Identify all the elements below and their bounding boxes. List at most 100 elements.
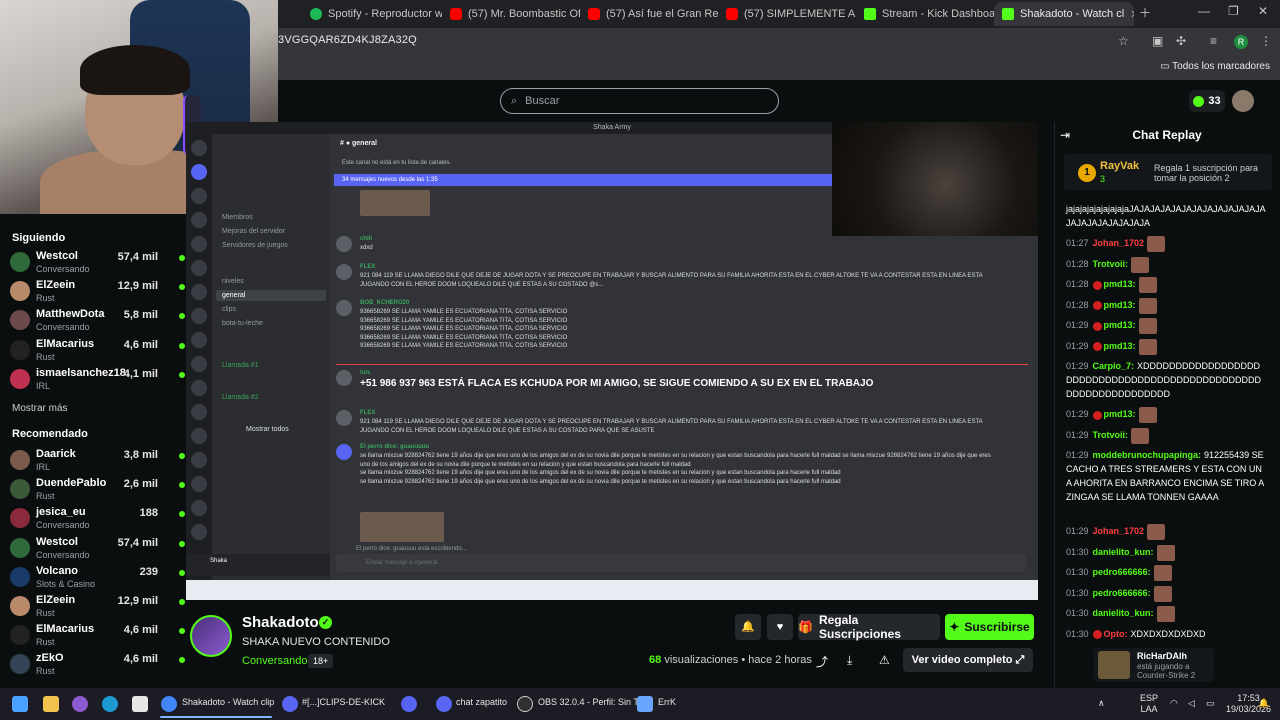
gift-subs-button[interactable]: 🎁 Regala Suscripciones	[798, 613, 940, 641]
sidebar-channel[interactable]: ElMacarius Rust 4,6 mil	[10, 338, 185, 366]
app-icon[interactable]	[637, 696, 653, 712]
chat-username[interactable]: Trotvoii:	[1093, 259, 1129, 269]
video-player[interactable]: Shaka Army Miembros Mejoras del servidor…	[186, 122, 1038, 600]
cast-icon[interactable]: ▣	[1152, 34, 1163, 48]
windows-start-icon[interactable]	[12, 696, 28, 712]
chat-username[interactable]: danielito_kun:	[1093, 608, 1154, 618]
sidebar-channel[interactable]: Volcano Slots & Casino 239	[10, 565, 185, 593]
sidebar-channel[interactable]: ElZeein Rust 12,9 mil	[10, 594, 185, 622]
file-explorer-icon[interactable]	[43, 696, 59, 712]
store-icon[interactable]	[132, 696, 148, 712]
sidebar-channel[interactable]: Westcol Conversando 57,4 mil	[10, 536, 185, 564]
sidebar-channel[interactable]: DuendePablo Rust 2,6 mil	[10, 477, 185, 505]
sidebar-channel[interactable]: zEkO Rust 4,6 mil	[10, 652, 185, 680]
chat-username[interactable]: pmd13:	[1104, 320, 1136, 330]
channel-category: Conversando	[36, 549, 90, 560]
game-card-user[interactable]: RicHarDAlh	[1137, 651, 1187, 661]
tab-youtube-3[interactable]: (57) SIMPLEMENTE AMIGO	[718, 2, 856, 26]
notification-bell-button[interactable]: 🔔	[735, 614, 761, 640]
media-icon[interactable]: ≡	[1210, 34, 1217, 48]
chat-username[interactable]: pmd13:	[1104, 279, 1136, 289]
profile-icon[interactable]: R	[1234, 35, 1248, 49]
discord-icon[interactable]	[436, 696, 452, 712]
chat-username[interactable]: pmd13:	[1104, 300, 1136, 310]
minimize-icon[interactable]: —	[1198, 4, 1210, 18]
download-icon[interactable]: ⤓	[847, 653, 852, 668]
discord-icon[interactable]	[282, 696, 298, 712]
taskbar-app-errk[interactable]: ErrK	[658, 697, 676, 707]
chat-username[interactable]: Trotvoii:	[1093, 430, 1129, 440]
streamer-name[interactable]: Shakadoto	[242, 614, 319, 631]
avatar[interactable]	[1232, 90, 1254, 112]
sidebar-channel[interactable]: ismaelsanchez18 IRL 4,1 mil	[10, 366, 185, 395]
copilot-icon[interactable]	[72, 696, 88, 712]
taskbar-app-obs[interactable]: OBS 32.0.4 - Perfil: Sin T	[538, 697, 639, 707]
show-more-link[interactable]: Mostrar más	[12, 403, 68, 414]
new-tab-icon[interactable]: ＋	[1139, 4, 1151, 21]
sidebar-channel[interactable]: Daarick IRL 3,8 mil	[10, 448, 185, 476]
notifications-icon[interactable]: 🔔	[1258, 698, 1269, 709]
channel-bota-tu-leche: bota-tu-leche	[222, 320, 263, 327]
taskbar-app-discord[interactable]: #[...]CLIPS-DE-KICK	[302, 697, 385, 707]
streamer-avatar[interactable]	[190, 615, 232, 657]
close-window-icon[interactable]: ✕	[1258, 4, 1268, 18]
follow-button[interactable]: ♥	[767, 614, 793, 640]
tab-kick-dashboard[interactable]: Stream - Kick Dashboard	[856, 2, 994, 26]
chat-time: 01:30	[1066, 628, 1089, 639]
channel-name: ElZeein	[36, 594, 76, 606]
close-tab-icon[interactable]: ✕	[1130, 8, 1134, 21]
tray-chevron-icon[interactable]: ∧	[1098, 698, 1105, 709]
channel-name: ismaelsanchez18	[36, 366, 126, 379]
pinned-user[interactable]: RayVak	[1100, 160, 1139, 172]
volume-icon[interactable]: ◁	[1188, 698, 1195, 709]
tab-youtube-2[interactable]: (57) Así fue el Gran Regre	[580, 2, 718, 26]
chat-username[interactable]: pmd13:	[1104, 341, 1136, 351]
search-input[interactable]: ⌕ Buscar	[500, 88, 779, 114]
wifi-icon[interactable]: ◠	[1170, 698, 1178, 709]
share-icon[interactable]: ⤴	[816, 653, 828, 670]
extensions-icon[interactable]: ✣	[1176, 34, 1186, 48]
obs-icon[interactable]	[517, 696, 533, 712]
tab-spotify[interactable]: Spotify - Reproductor web	[302, 2, 442, 26]
chat-username[interactable]: pedro666666:	[1093, 567, 1151, 577]
chat-username[interactable]: Johan_1702	[1093, 238, 1145, 248]
all-bookmarks[interactable]: ▭ Todos los marcadores	[1160, 61, 1270, 72]
taskbar-app-chat[interactable]: chat zapatito	[456, 697, 507, 707]
chat-username[interactable]: pmd13:	[1104, 409, 1136, 419]
tab-shakadoto[interactable]: Shakadoto - Watch cl✕	[994, 2, 1134, 26]
bookmark-star-icon[interactable]: ☆	[1118, 34, 1129, 48]
sidebar-channel[interactable]: Westcol Conversando 57,4 mil	[10, 250, 185, 278]
chat-username[interactable]: moddebrunochupapinga:	[1093, 450, 1202, 460]
battery-icon[interactable]: ▭	[1206, 698, 1215, 709]
report-icon[interactable]: ⚠	[879, 653, 890, 667]
sidebar-channel[interactable]: jesica_eu Conversando 188	[10, 506, 185, 534]
chat-username[interactable]: Johan_1702	[1093, 526, 1145, 536]
channel-category: Slots & Casino	[36, 578, 96, 589]
chat-username[interactable]: pedro666666:	[1093, 588, 1151, 598]
kick-coins[interactable]: 33	[1189, 90, 1225, 112]
chrome-icon[interactable]	[161, 696, 177, 712]
language-indicator[interactable]: ESP LAA	[1140, 693, 1158, 715]
sidebar-channel[interactable]: ElZeein Rust 12,9 mil	[10, 279, 185, 307]
viewer-count: 2,6 mil	[123, 478, 158, 491]
discord-icon[interactable]	[401, 696, 417, 712]
maximize-icon[interactable]: ❐	[1228, 4, 1239, 18]
chat-message: 01:29 moddebrunochupapinga: 912255439 SE C…	[1066, 448, 1266, 504]
edge-icon[interactable]	[102, 696, 118, 712]
chat-username[interactable]: danielito_kun:	[1093, 547, 1154, 557]
sidebar-channel[interactable]: MatthewDota Conversando 5,8 mil	[10, 308, 185, 336]
tab-youtube-1[interactable]: (57) Mr. Boombastic Offic	[442, 2, 580, 26]
taskbar-app-chrome[interactable]: Shakadoto - Watch clip	[182, 697, 274, 707]
chat-username[interactable]: Carpio_7:	[1093, 361, 1135, 371]
avatar	[10, 537, 30, 558]
subscribe-button[interactable]: ✦ Suscribirse	[945, 614, 1034, 640]
address-bar[interactable]: 3VGGQAR6ZD4KJ8ZA32Q	[278, 34, 417, 46]
avatar	[10, 566, 30, 587]
chat-message: 01:27 Johan_1702	[1066, 236, 1266, 252]
chat-username[interactable]: Opto:	[1104, 629, 1128, 639]
menu-dots-icon[interactable]: ⋮	[1260, 34, 1272, 48]
sidebar-channel[interactable]: ElMacarius Rust 4,6 mil	[10, 623, 185, 651]
full-video-button[interactable]: Ver video completo ⤢	[903, 648, 1033, 672]
stream-category[interactable]: Conversando	[242, 655, 307, 667]
avatar	[10, 450, 30, 470]
